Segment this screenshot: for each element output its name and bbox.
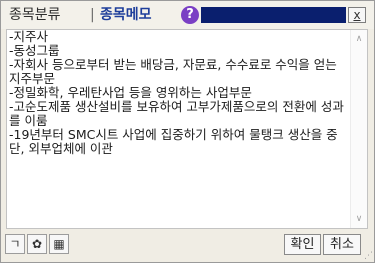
scroll-up-icon[interactable]: ∧ — [354, 34, 364, 44]
tab-category[interactable]: 종목분류 — [9, 6, 61, 24]
calendar-button[interactable]: ▦ — [49, 234, 69, 254]
tab-separator: | — [90, 7, 95, 23]
bottom-toolbar: ㄱ ✿ ▦ 확인 취소 ⋰ — [1, 231, 374, 262]
title-highlight-bar — [201, 7, 346, 23]
vertical-scrollbar[interactable]: ∧ ∨ — [350, 30, 367, 228]
memo-textarea[interactable]: -지주사 -동성그룹 -자회사 등으로부터 받는 배당금, 자문료, 수수료로 … — [6, 29, 368, 229]
resize-grip-icon[interactable]: ⋰ — [363, 251, 373, 261]
stock-memo-window: 종목분류 | 종목메모 ? x -지주사 -동성그룹 -자회사 등으로부터 받는… — [0, 0, 375, 263]
scroll-down-icon[interactable]: ∨ — [354, 214, 364, 224]
settings-gear-button[interactable]: ✿ — [27, 234, 47, 254]
text-tool-button[interactable]: ㄱ — [5, 234, 25, 254]
cancel-button[interactable]: 취소 — [323, 234, 361, 255]
close-button[interactable]: x — [348, 7, 366, 23]
help-icon[interactable]: ? — [181, 6, 199, 24]
close-icon: x — [353, 8, 361, 22]
ok-button[interactable]: 확인 — [284, 234, 321, 255]
memo-text[interactable]: -지주사 -동성그룹 -자회사 등으로부터 받는 배당금, 자문료, 수수료로 … — [9, 30, 349, 156]
tab-memo[interactable]: 종목메모 — [100, 6, 152, 24]
title-bar: 종목분류 | 종목메모 ? x — [1, 1, 374, 29]
